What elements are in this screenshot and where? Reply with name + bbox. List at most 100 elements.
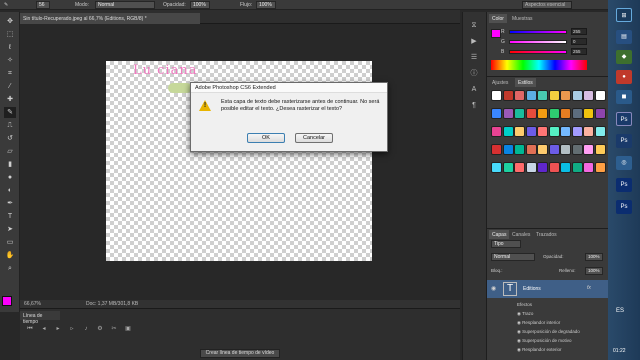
crop-tool-icon[interactable]: ⌗ bbox=[4, 68, 16, 79]
style-preset[interactable] bbox=[594, 108, 606, 119]
style-preset[interactable] bbox=[560, 108, 571, 119]
shape-tool-icon[interactable]: ▭ bbox=[4, 237, 16, 248]
layer-name[interactable]: Editions bbox=[523, 286, 541, 292]
style-preset[interactable] bbox=[548, 126, 560, 137]
channel-b-value[interactable]: 255 bbox=[571, 48, 587, 55]
style-preset[interactable] bbox=[571, 126, 583, 137]
scissors-icon[interactable]: ✂ bbox=[110, 325, 118, 333]
fill-field[interactable]: 100% bbox=[585, 267, 603, 275]
prev-frame-icon[interactable]: ◂ bbox=[40, 325, 48, 333]
language-indicator[interactable]: ES bbox=[616, 308, 624, 314]
effect-item[interactable]: ◉ Resplandor exterior bbox=[487, 345, 605, 354]
ok-button[interactable]: OK bbox=[247, 133, 285, 143]
style-preset[interactable] bbox=[594, 126, 606, 137]
color-spectrum-bar[interactable] bbox=[491, 60, 587, 70]
style-preset[interactable] bbox=[594, 90, 606, 101]
style-preset[interactable] bbox=[525, 162, 537, 173]
style-preset[interactable] bbox=[560, 126, 571, 137]
info-icon[interactable]: ⓘ bbox=[468, 68, 480, 79]
style-preset[interactable] bbox=[571, 108, 583, 119]
style-preset[interactable] bbox=[537, 108, 548, 119]
style-preset[interactable] bbox=[502, 126, 514, 137]
style-preset[interactable] bbox=[583, 108, 594, 119]
browser-icon[interactable]: ● bbox=[616, 70, 632, 84]
style-preset[interactable] bbox=[491, 108, 502, 119]
app-icon[interactable]: ◼ bbox=[616, 90, 632, 104]
eyedropper-tool-icon[interactable]: ⁄ bbox=[4, 81, 16, 92]
effect-item[interactable]: ◉ Trazo bbox=[487, 309, 605, 318]
tab-swatches[interactable]: Muestras bbox=[509, 14, 536, 23]
effects-label[interactable]: Efectos bbox=[487, 300, 605, 309]
layer-row-selected[interactable]: ◉ T Editions fx bbox=[487, 280, 609, 298]
eye-icon[interactable]: ◉ bbox=[491, 285, 496, 292]
tab-layers[interactable]: Capas bbox=[489, 230, 510, 239]
gradient-tool-icon[interactable]: ▮ bbox=[4, 159, 16, 170]
style-preset[interactable] bbox=[560, 90, 571, 101]
channel-r-value[interactable]: 255 bbox=[571, 28, 587, 35]
paragraph-icon[interactable]: ¶ bbox=[468, 100, 480, 111]
opacity-field[interactable]: 100% bbox=[190, 1, 210, 9]
style-preset[interactable] bbox=[583, 162, 594, 173]
style-preset[interactable] bbox=[514, 108, 525, 119]
style-preset[interactable] bbox=[537, 126, 548, 137]
mode-select[interactable]: Normal bbox=[95, 1, 155, 9]
zoom-tool-icon[interactable]: ⌕ bbox=[4, 263, 16, 274]
document-tab[interactable]: Sin título-Recuperado.jpeg al 66,7% (Edi… bbox=[20, 13, 200, 24]
effect-item[interactable]: ◉ Superposición de motivo bbox=[487, 336, 605, 345]
settings-icon[interactable]: ⚙ bbox=[96, 325, 104, 333]
tab-channels[interactable]: Canales bbox=[509, 230, 533, 239]
properties-icon[interactable]: ☰ bbox=[468, 52, 480, 63]
layer-opacity-field[interactable]: 100% bbox=[585, 253, 603, 261]
tab-styles[interactable]: Estilos bbox=[515, 78, 536, 87]
style-preset[interactable] bbox=[514, 126, 525, 137]
photoshop-icon[interactable]: Ps bbox=[616, 134, 632, 148]
style-preset[interactable] bbox=[514, 90, 525, 101]
style-preset[interactable] bbox=[583, 126, 594, 137]
style-preset[interactable] bbox=[525, 144, 537, 155]
style-preset[interactable] bbox=[502, 144, 514, 155]
style-preset[interactable] bbox=[571, 144, 583, 155]
eraser-tool-icon[interactable]: ▱ bbox=[4, 146, 16, 157]
quick-select-tool-icon[interactable]: ✧ bbox=[4, 55, 16, 66]
zoom-level[interactable]: 66,67% bbox=[24, 301, 41, 307]
style-preset[interactable] bbox=[491, 126, 502, 137]
blend-mode-select[interactable]: Normal bbox=[491, 253, 535, 261]
style-preset[interactable] bbox=[583, 144, 594, 155]
hand-tool-icon[interactable]: ✋ bbox=[4, 250, 16, 261]
effect-item[interactable]: ◉ Resplandor interior bbox=[487, 318, 605, 327]
next-frame-icon[interactable]: ▹ bbox=[68, 325, 76, 333]
style-preset[interactable] bbox=[537, 90, 548, 101]
brush-tool-icon[interactable]: ✎ bbox=[4, 2, 8, 8]
flow-field[interactable]: 100% bbox=[256, 1, 276, 9]
channel-g-slider[interactable] bbox=[509, 40, 567, 44]
style-preset[interactable] bbox=[594, 162, 606, 173]
brush-tool-icon[interactable]: ✎ bbox=[4, 107, 16, 118]
timeline-tab[interactable]: Línea de tiempo bbox=[20, 311, 60, 325]
style-preset[interactable] bbox=[491, 162, 502, 173]
style-preset[interactable] bbox=[537, 144, 548, 155]
style-preset[interactable] bbox=[537, 162, 548, 173]
lasso-tool-icon[interactable]: ℓ bbox=[4, 42, 16, 53]
explorer-icon[interactable]: ▤ bbox=[616, 30, 632, 44]
workspace-select[interactable]: Aspectos esencial bbox=[522, 1, 572, 9]
photoshop-icon[interactable]: Ps bbox=[616, 200, 632, 214]
fx-badge[interactable]: fx bbox=[587, 285, 591, 291]
move-tool-icon[interactable]: ✥ bbox=[4, 16, 16, 27]
foreground-color-swatch[interactable] bbox=[2, 296, 12, 306]
style-preset[interactable] bbox=[514, 144, 525, 155]
style-preset[interactable] bbox=[571, 90, 583, 101]
clone-stamp-tool-icon[interactable]: ⎍ bbox=[4, 120, 16, 131]
healing-tool-icon[interactable]: ✚ bbox=[4, 94, 16, 105]
path-select-tool-icon[interactable]: ➤ bbox=[4, 224, 16, 235]
start-button-icon[interactable]: ⊞ bbox=[616, 8, 632, 22]
app-icon[interactable]: ◎ bbox=[616, 156, 632, 170]
actions-icon[interactable]: ▶ bbox=[468, 36, 480, 47]
style-preset[interactable] bbox=[548, 144, 560, 155]
channel-r-slider[interactable] bbox=[509, 30, 567, 34]
style-preset[interactable] bbox=[502, 162, 514, 173]
create-video-timeline-button[interactable]: Crear línea de tiempo de vídeo bbox=[200, 349, 280, 358]
style-preset[interactable] bbox=[548, 90, 560, 101]
character-icon[interactable]: A bbox=[468, 84, 480, 95]
tab-adjustments[interactable]: Ajustes bbox=[489, 78, 511, 87]
blur-tool-icon[interactable]: ● bbox=[4, 172, 16, 183]
